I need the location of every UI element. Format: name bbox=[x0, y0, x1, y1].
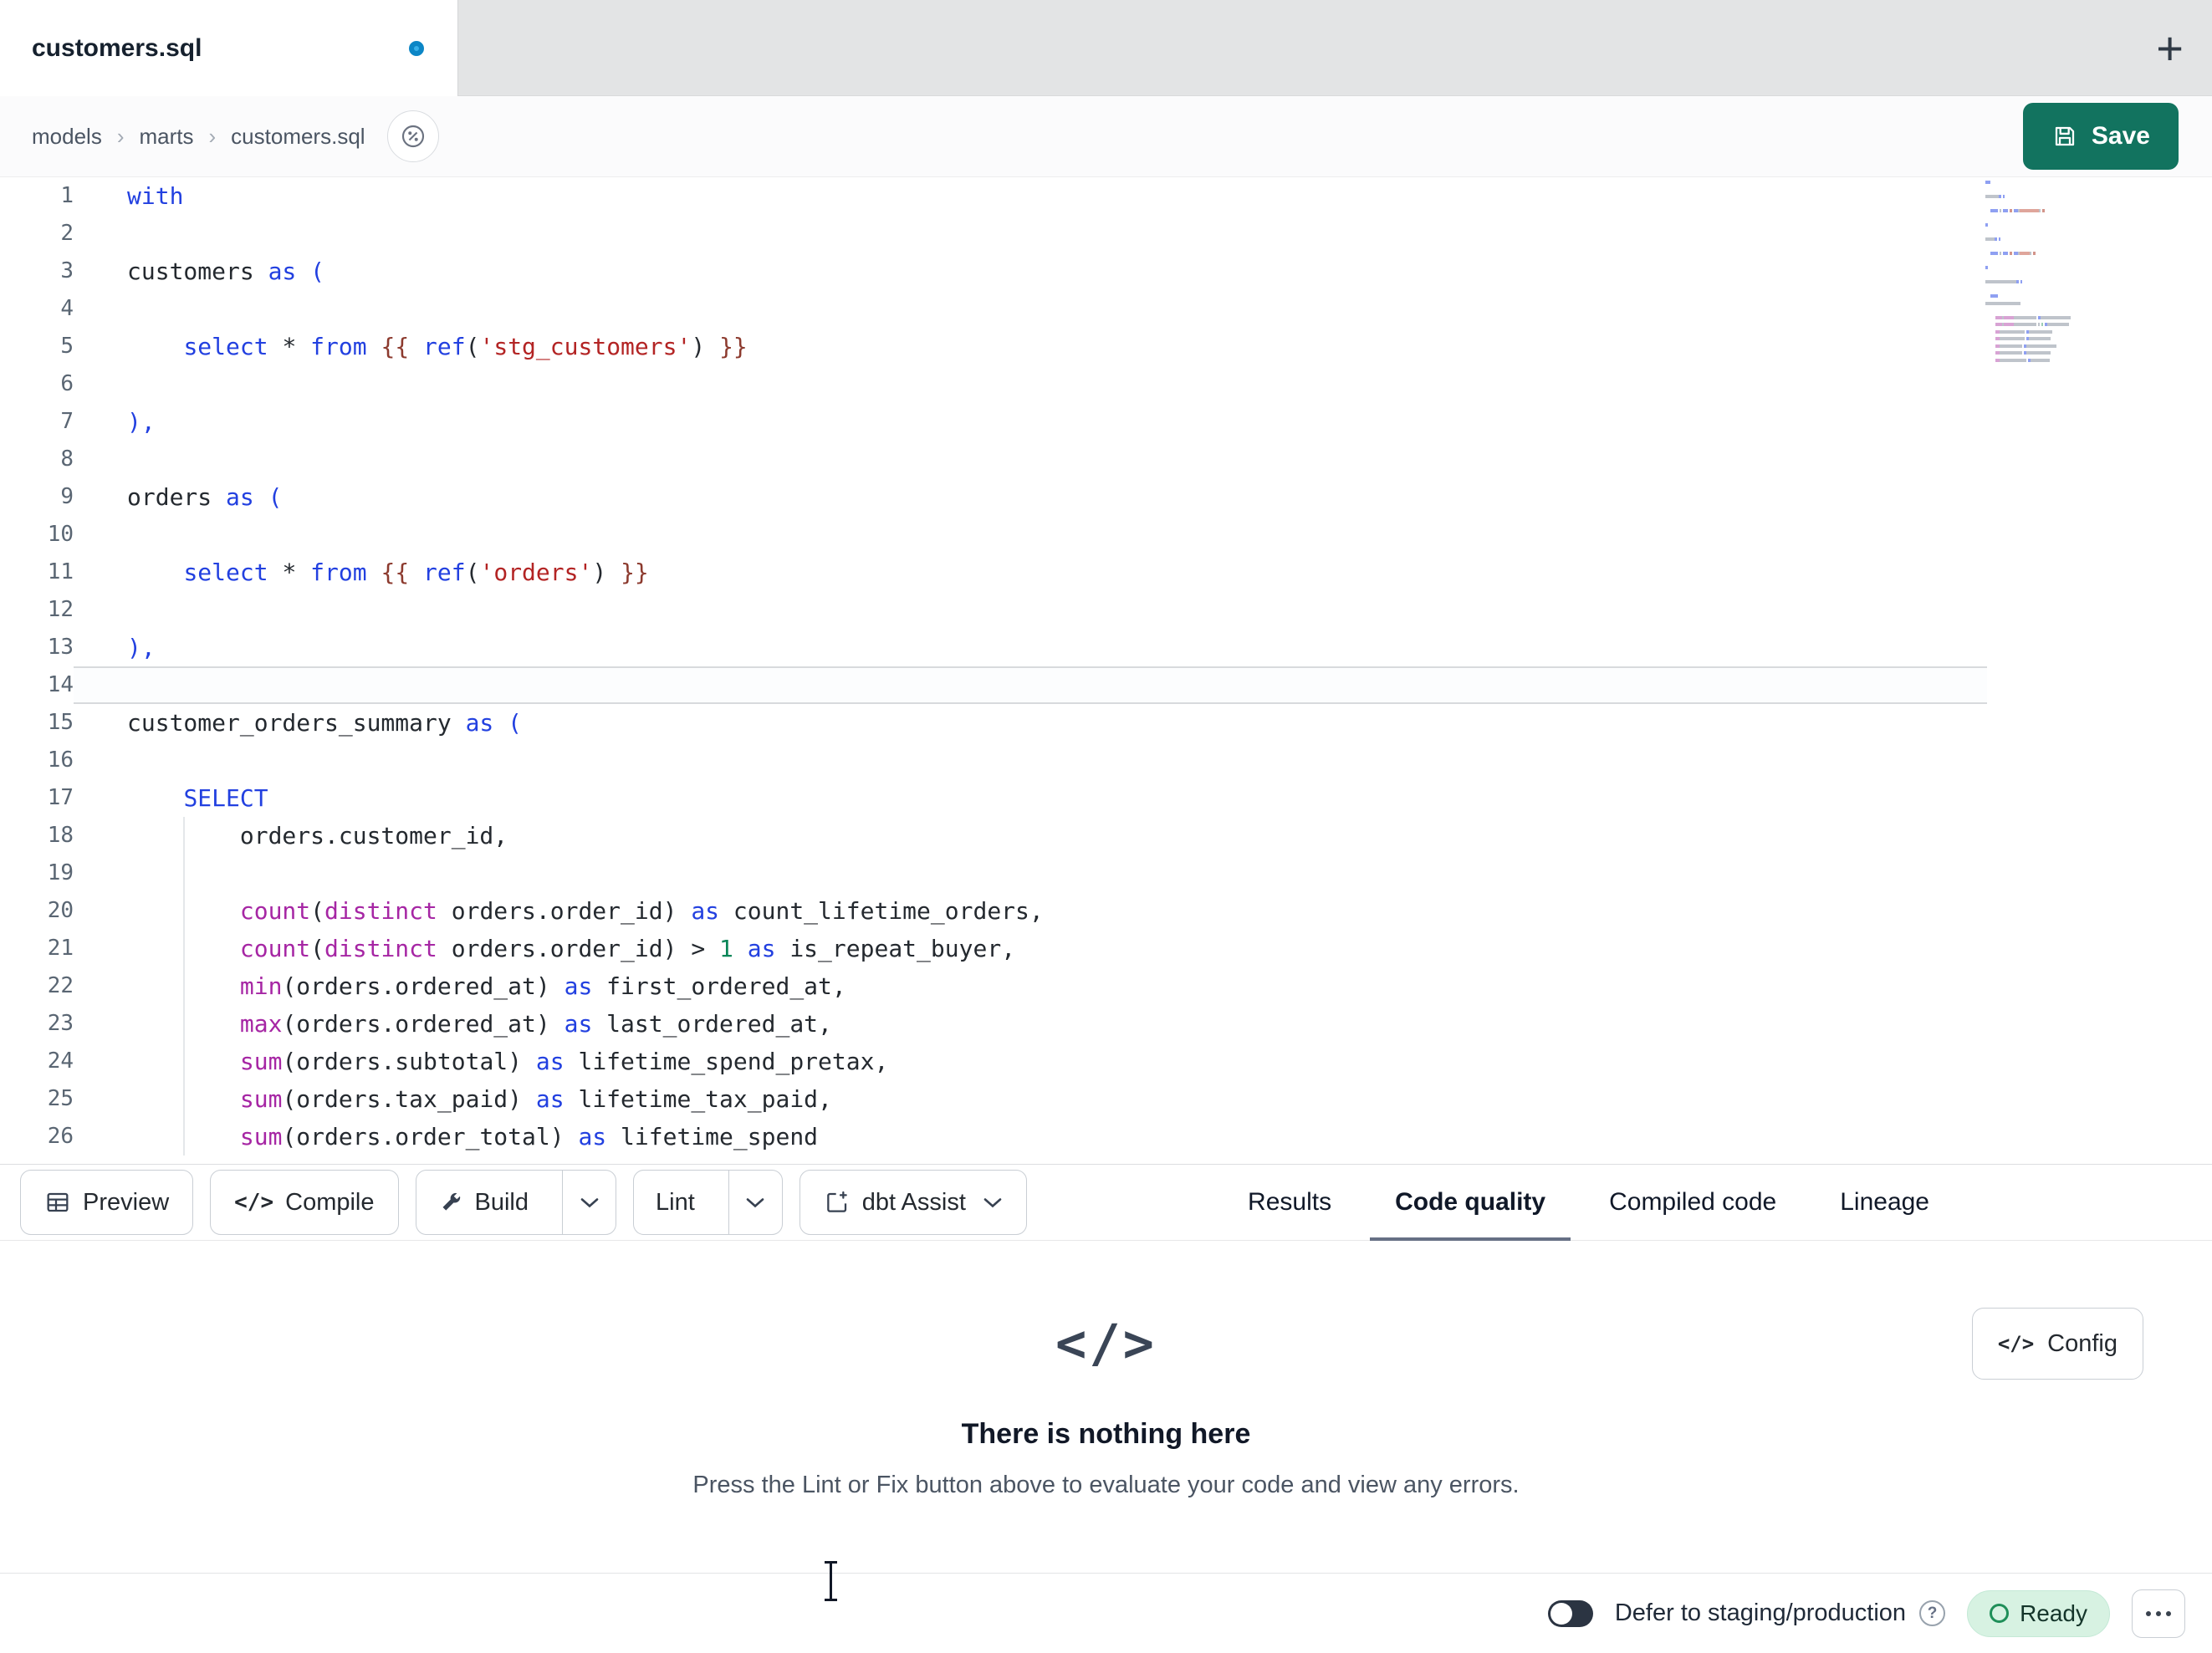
editor-toolbar: Preview </> Compile Build Lint dbt Assis… bbox=[0, 1164, 2212, 1241]
compile-label: Compile bbox=[285, 1188, 375, 1216]
panel-tabs: Results Code quality Compiled code Linea… bbox=[1216, 1165, 1961, 1241]
empty-state-subtitle: Press the Lint or Fix button above to ev… bbox=[692, 1472, 1520, 1498]
ibeam-mouse-cursor bbox=[824, 1560, 838, 1602]
breadcrumb-customers-sql[interactable]: customers.sql bbox=[231, 124, 365, 150]
code-line: 23 max(orders.ordered_at) as last_ordere… bbox=[47, 1010, 832, 1038]
breadcrumb-marts[interactable]: marts bbox=[140, 124, 194, 150]
tab-title: customers.sql bbox=[32, 33, 202, 62]
code-line: 10 bbox=[47, 522, 74, 547]
code-line: 4 bbox=[60, 296, 74, 321]
code-line: 6 bbox=[60, 371, 74, 396]
code-line: 22 min(orders.ordered_at) as first_order… bbox=[47, 972, 846, 1000]
build-dropdown-caret[interactable] bbox=[562, 1171, 616, 1234]
dbt-assist-button[interactable]: dbt Assist bbox=[799, 1170, 1027, 1235]
status-badge[interactable]: Ready bbox=[1967, 1589, 2110, 1637]
build-label: Build bbox=[474, 1188, 529, 1216]
more-options-button[interactable] bbox=[2132, 1589, 2185, 1638]
code-line: 20 count(distinct orders.order_id) as co… bbox=[47, 897, 1044, 925]
minimap[interactable] bbox=[1985, 181, 2107, 365]
tab-results[interactable]: Results bbox=[1216, 1165, 1363, 1240]
code-icon: </> bbox=[1997, 1332, 2035, 1355]
empty-state-title: There is nothing here bbox=[961, 1418, 1251, 1450]
chevron-down-icon bbox=[580, 1196, 600, 1209]
defer-label: Defer to staging/production bbox=[1614, 1599, 1907, 1626]
build-hammer-icon bbox=[438, 1190, 463, 1215]
build-button[interactable]: Build bbox=[416, 1171, 551, 1234]
tab-compiled-code[interactable]: Compiled code bbox=[1577, 1165, 1808, 1240]
status-bar: Defer to staging/production ? Ready bbox=[0, 1573, 2212, 1653]
unsaved-changes-dot-icon bbox=[409, 40, 424, 56]
tab-bar: customers.sql + bbox=[0, 0, 2212, 96]
code-line: 26 sum(orders.order_total) as lifetime_s… bbox=[47, 1123, 819, 1150]
save-icon bbox=[2051, 123, 2078, 150]
config-label: Config bbox=[2047, 1329, 2117, 1357]
code-line: 9 orders as ( bbox=[60, 483, 283, 511]
code-line: 11 select * from {{ ref('orders') }} bbox=[47, 559, 649, 586]
code-line: 14 bbox=[47, 672, 74, 697]
code-line: 12 bbox=[47, 597, 74, 622]
breadcrumb-separator: › bbox=[116, 123, 125, 149]
tab-customers-sql[interactable]: customers.sql bbox=[0, 0, 458, 96]
lint-label: Lint bbox=[656, 1188, 695, 1216]
breadcrumb-bar: models › marts › customers.sql Save bbox=[0, 96, 2212, 177]
table-icon bbox=[44, 1189, 71, 1216]
empty-state-code-icon: </> bbox=[1055, 1313, 1157, 1374]
code-line: 19 bbox=[47, 860, 74, 885]
code-icon: </> bbox=[234, 1190, 274, 1215]
code-lines: 1 with 2 3 customers as ( 4 5 select * from {{… bbox=[0, 177, 2212, 1156]
code-line: 18 orders.customer_id, bbox=[47, 822, 508, 849]
code-line: 3 customers as ( bbox=[60, 258, 325, 285]
code-line: 25 sum(orders.tax_paid) as lifetime_tax_… bbox=[47, 1085, 832, 1113]
dbt-assist-label: dbt Assist bbox=[861, 1188, 966, 1216]
code-line: 5 select * from {{ ref('stg_customers') … bbox=[60, 333, 748, 360]
toggle-knob bbox=[1550, 1602, 1572, 1625]
ready-label: Ready bbox=[2020, 1599, 2087, 1626]
code-line: 8 bbox=[60, 446, 74, 472]
config-button[interactable]: </> Config bbox=[1971, 1308, 2143, 1380]
breadcrumb-models[interactable]: models bbox=[32, 124, 102, 150]
new-tab-button[interactable]: + bbox=[2156, 0, 2184, 96]
defer-group: Defer to staging/production ? bbox=[1614, 1599, 1946, 1627]
code-line: 16 bbox=[47, 747, 74, 773]
code-line: 24 sum(orders.subtotal) as lifetime_spen… bbox=[47, 1048, 889, 1075]
code-line: 13), bbox=[47, 634, 156, 661]
code-line: 2 bbox=[60, 221, 74, 246]
build-button-group: Build bbox=[415, 1170, 616, 1235]
magic-edit-icon bbox=[824, 1189, 851, 1216]
code-line: 15 customer_orders_summary as ( bbox=[47, 709, 523, 737]
save-button[interactable]: Save bbox=[2022, 103, 2179, 170]
code-editor[interactable]: 1 with 2 3 customers as ( 4 5 select * from {{… bbox=[0, 177, 2212, 1164]
lint-button[interactable]: Lint bbox=[634, 1171, 717, 1234]
chevron-down-icon bbox=[983, 1196, 1003, 1209]
code-line: 1 with bbox=[60, 182, 184, 210]
code-line: 17 SELECT bbox=[47, 784, 268, 812]
breadcrumb-separator: › bbox=[208, 123, 217, 149]
tab-lineage[interactable]: Lineage bbox=[1808, 1165, 1961, 1240]
compile-button[interactable]: </> Compile bbox=[210, 1170, 399, 1235]
defer-toggle[interactable] bbox=[1547, 1599, 1593, 1627]
lint-dropdown-caret[interactable] bbox=[728, 1171, 782, 1234]
model-type-icon[interactable] bbox=[386, 110, 439, 162]
help-icon[interactable]: ? bbox=[1919, 1600, 1946, 1626]
preview-button[interactable]: Preview bbox=[20, 1170, 194, 1235]
preview-label: Preview bbox=[83, 1188, 170, 1216]
lint-button-group: Lint bbox=[633, 1170, 783, 1235]
code-line: 7), bbox=[60, 408, 156, 436]
tab-code-quality[interactable]: Code quality bbox=[1363, 1165, 1577, 1241]
code-quality-panel: </> There is nothing here Press the Lint… bbox=[0, 1241, 2212, 1573]
ready-circle-icon bbox=[1990, 1604, 2010, 1623]
code-line: 21 count(distinct orders.order_id) > 1 a… bbox=[47, 935, 1016, 962]
save-label: Save bbox=[2091, 122, 2150, 150]
chevron-down-icon bbox=[745, 1196, 765, 1209]
